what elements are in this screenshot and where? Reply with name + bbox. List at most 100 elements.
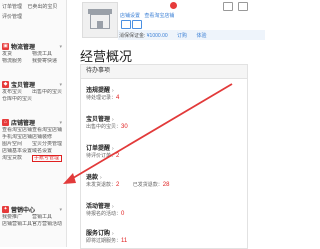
todo-block-services: 服务订购 › 即将过期服务：11 xyxy=(86,230,241,245)
block-row-count[interactable]: 0 xyxy=(121,211,124,217)
chevron-down-icon[interactable]: ▾ xyxy=(59,82,62,88)
block-title[interactable]: 活动管理 xyxy=(86,204,110,210)
sidebar-link[interactable]: 淘宝贷款 xyxy=(2,155,32,162)
qr-icon[interactable] xyxy=(223,2,233,11)
sidebar-section-logistics: ▣ 物流管理 ▾ 发货 物流工具 物流服务 我要寄快递 xyxy=(0,42,66,65)
shop-icon: ⌂ xyxy=(2,119,9,126)
block-row-label: 已发货退款： xyxy=(132,182,163,188)
chevron-right-icon[interactable]: › xyxy=(112,231,114,237)
sidebar-section-products: ◆ 宝贝管理 ▾ 发布宝贝 出售中的宝贝 仓库中的宝贝 xyxy=(0,80,66,103)
sidebar-link[interactable]: 店铺基本设置 xyxy=(2,148,32,155)
sidebar-section-header[interactable]: ◆ 宝贝管理 ▾ xyxy=(0,80,66,89)
shop-door-shape xyxy=(97,21,103,29)
sidebar-top-row: 订单管理 已卖出的宝贝 xyxy=(2,3,57,10)
badge-icon[interactable] xyxy=(121,20,131,29)
sidebar-link[interactable]: 我要寄快递 xyxy=(32,58,62,65)
sidebar-link[interactable]: 发货 xyxy=(2,51,32,58)
sidebar-link[interactable]: 宝贝分类管理 xyxy=(32,141,62,148)
sidebar-link[interactable]: 发布宝贝 xyxy=(2,89,32,96)
sidebar-link[interactable]: 订单管理 xyxy=(2,4,22,10)
block-row[interactable]: 待评价订单：2 xyxy=(86,153,241,160)
sidebar-link[interactable]: 已卖出的宝贝 xyxy=(27,4,57,10)
todo-block-products: 宝贝管理 › 出售中的宝贝：30 xyxy=(86,116,241,131)
block-row-count[interactable]: 30 xyxy=(121,124,128,130)
deposit-info: 消保保证金: ¥1000.00 订购 体验 xyxy=(119,32,206,39)
sidebar-link[interactable]: 图片空间 xyxy=(2,141,32,148)
mobile-icon[interactable] xyxy=(238,2,248,11)
sidebar-link[interactable]: 仓库中的宝贝 xyxy=(2,96,32,103)
sidebar-item-sub-account[interactable]: 子账号管理 xyxy=(32,155,62,162)
block-title[interactable]: 订单提醒 xyxy=(86,146,110,152)
sidebar-section-header[interactable]: ▣ 物流管理 ▾ xyxy=(0,42,66,51)
experience-link[interactable]: 体验 xyxy=(196,33,206,39)
product-icon: ◆ xyxy=(2,81,9,88)
view-shop-link[interactable]: 查看淘宝店铺 xyxy=(144,13,174,19)
sidebar-link[interactable]: 物流服务 xyxy=(2,58,32,65)
todo-block-activities: 活动管理 › 待报名的活动：0 xyxy=(86,203,241,218)
sidebar-section-title: 物流管理 xyxy=(11,45,36,51)
sidebar-link[interactable]: 店铺营销工具 xyxy=(2,221,32,228)
sidebar-section-header[interactable]: ⌂ 店铺管理 ▾ xyxy=(0,118,66,127)
deposit-amount: ¥1000.00 xyxy=(146,33,168,39)
chevron-right-icon[interactable]: › xyxy=(112,117,114,123)
todo-block-violation: 违规提醒 › 待处理记录：4 xyxy=(86,87,241,102)
chevron-right-icon[interactable]: › xyxy=(100,175,102,181)
block-row-label: 未发货退款： xyxy=(86,182,117,188)
chevron-down-icon[interactable]: ▾ xyxy=(59,120,62,126)
block-title[interactable]: 服务订购 xyxy=(86,231,110,237)
block-row-label: 出售中的宝贝： xyxy=(86,124,122,130)
deposit-label: 消保保证金: xyxy=(119,33,146,39)
block-title[interactable]: 违规提醒 xyxy=(86,88,110,94)
shop-settings-label[interactable]: 店铺设置 xyxy=(120,13,140,19)
block-row-count[interactable]: 2 xyxy=(116,153,119,159)
notification-dot-icon xyxy=(170,2,177,9)
sidebar-link[interactable]: 手机淘宝店铺 xyxy=(2,134,32,141)
block-row[interactable]: 待报名的活动：0 xyxy=(86,211,241,218)
block-row[interactable]: 未发货退款：2 已发货退款：28 xyxy=(86,182,241,189)
block-title[interactable]: 宝贝管理 xyxy=(86,117,110,123)
logistics-icon: ▣ xyxy=(2,43,9,50)
sidebar-link[interactable]: 查看淘宝店铺 xyxy=(32,127,62,134)
sidebar-link[interactable]: 营销工具 xyxy=(32,214,62,221)
block-row-count[interactable]: 2 xyxy=(116,182,119,188)
block-row-count[interactable]: 4 xyxy=(116,95,119,101)
block-row-label: 即将过期服务： xyxy=(86,238,122,244)
sidebar: 订单管理 已卖出的宝贝 评价管理 ▣ 物流管理 ▾ 发货 物流工具 物流服务 我要寄… xyxy=(0,0,67,247)
sidebar-link[interactable]: 官方营销活动 xyxy=(32,221,62,228)
block-row[interactable]: 即将过期服务：11 xyxy=(86,238,241,245)
sidebar-link[interactable]: 我要推广 xyxy=(2,214,32,221)
todo-panel: 待办事项 违规提醒 › 待处理记录：4 宝贝管理 › 出售中的宝贝：30 订单提醒 ›… xyxy=(80,64,248,249)
chevron-right-icon[interactable]: › xyxy=(112,146,114,152)
block-row-label: 待评价订单： xyxy=(86,153,117,159)
sidebar-section-shop: ⌂ 店铺管理 ▾ 查看淘宝店铺 查看淘宝店铺 手机淘宝店铺 店铺装修 图片空间 宝贝分… xyxy=(0,118,66,162)
block-row-count[interactable]: 28 xyxy=(163,182,170,188)
panel-header: 待办事项 xyxy=(81,65,247,79)
sidebar-section-marketing: ✦ 营销中心 ▾ 我要推广 营销工具 店铺营销工具 官方营销活动 xyxy=(0,205,66,228)
block-row-label: 待报名的活动： xyxy=(86,211,122,217)
badge-icon[interactable] xyxy=(132,20,142,29)
sidebar-top-row: 评价管理 xyxy=(2,13,22,20)
block-row[interactable]: 待处理记录：4 xyxy=(86,95,241,102)
sidebar-link[interactable]: 店铺装修 xyxy=(32,134,62,141)
shop-logo[interactable] xyxy=(82,2,118,38)
sidebar-section-title: 宝贝管理 xyxy=(11,83,36,89)
chevron-down-icon[interactable]: ▾ xyxy=(59,207,62,213)
sidebar-link[interactable]: 域名设置 xyxy=(32,148,62,155)
chevron-right-icon[interactable]: › xyxy=(112,204,114,210)
chevron-right-icon[interactable]: › xyxy=(112,88,114,94)
shop-settings-link[interactable]: 店铺设置 查看淘宝店铺 xyxy=(120,12,174,19)
block-row[interactable]: 出售中的宝贝：30 xyxy=(86,124,241,131)
sidebar-link[interactable]: 物流工具 xyxy=(32,51,62,58)
block-row-count[interactable]: 11 xyxy=(121,238,127,244)
sidebar-section-title: 店铺管理 xyxy=(11,121,36,127)
marketing-icon: ✦ xyxy=(2,206,9,213)
sidebar-section-header[interactable]: ✦ 营销中心 ▾ xyxy=(0,205,66,214)
block-title[interactable]: 退款 xyxy=(86,175,98,181)
sidebar-link[interactable]: 评价管理 xyxy=(2,14,22,20)
sidebar-section-title: 营销中心 xyxy=(11,208,36,214)
chevron-down-icon[interactable]: ▾ xyxy=(59,44,62,50)
sidebar-link[interactable]: 出售中的宝贝 xyxy=(32,89,62,96)
deposit-order-link[interactable]: 订购 xyxy=(177,33,187,39)
sidebar-link[interactable]: 查看淘宝店铺 xyxy=(2,127,32,134)
block-row-label: 待处理记录： xyxy=(86,95,117,101)
